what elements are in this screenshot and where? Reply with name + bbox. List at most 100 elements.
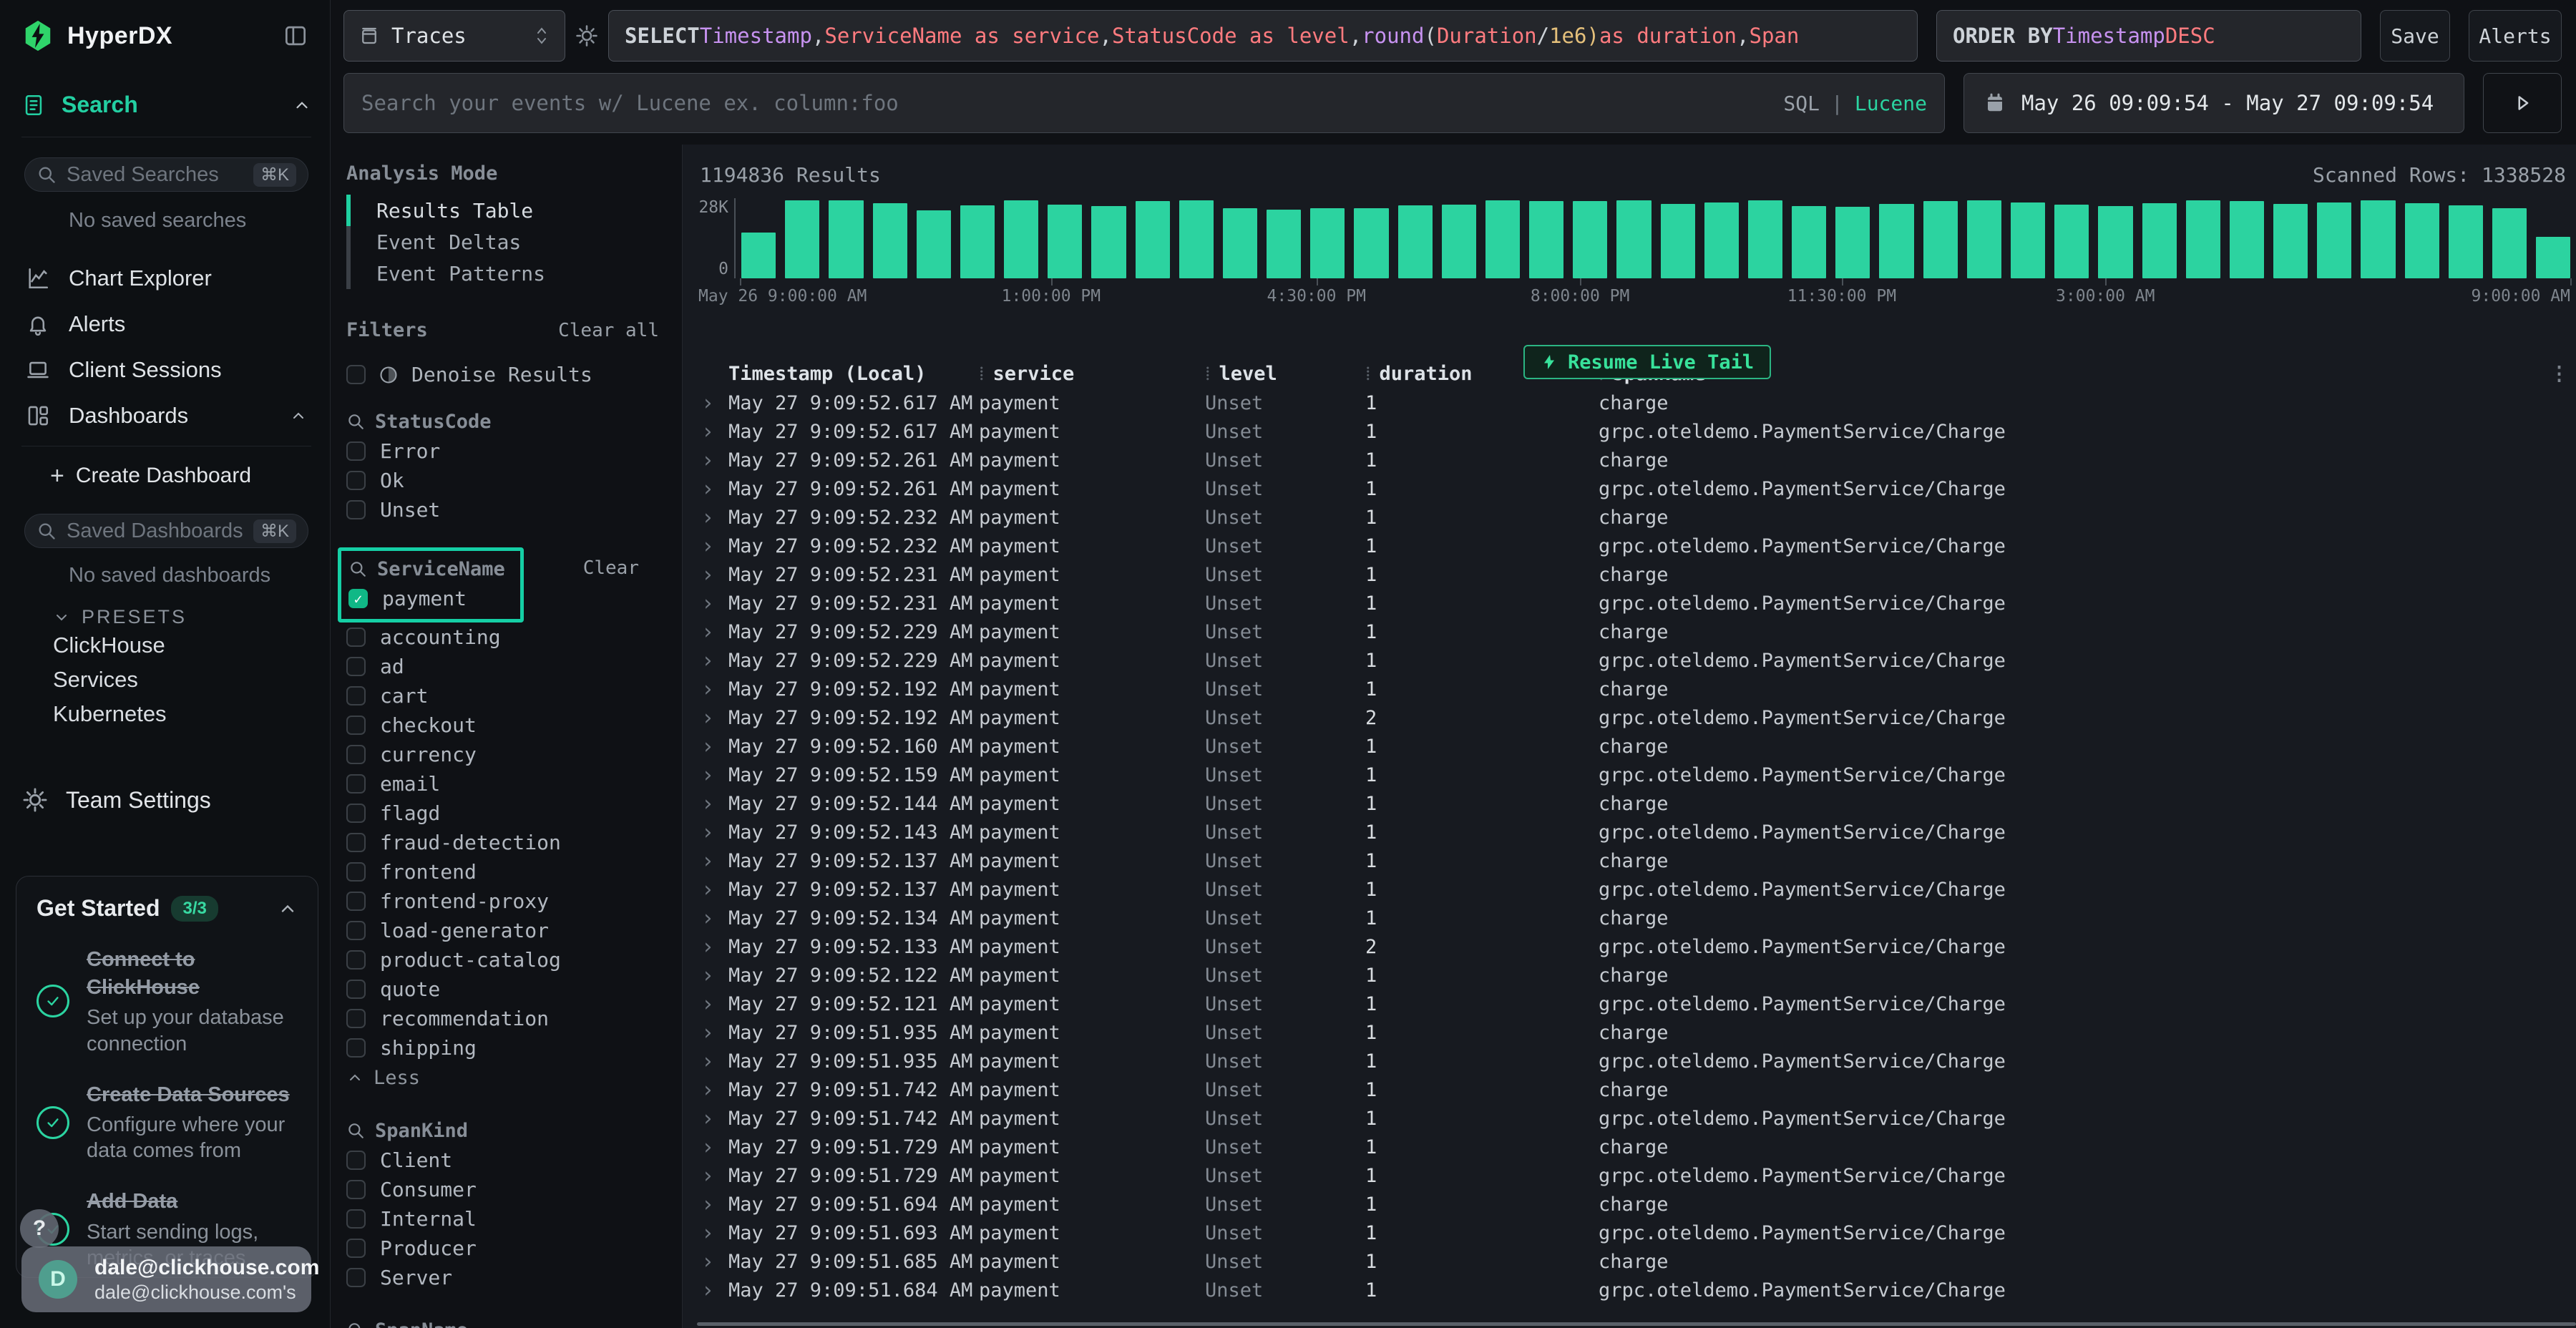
- histogram-bar[interactable]: [2098, 206, 2132, 278]
- expand-row-icon[interactable]: ›: [697, 562, 728, 587]
- expand-row-icon[interactable]: ›: [697, 419, 728, 444]
- facet-clear-link[interactable]: Clear: [583, 557, 639, 579]
- histogram-bar[interactable]: [1223, 208, 1257, 278]
- chevron-up-icon[interactable]: [290, 407, 307, 424]
- checkbox[interactable]: [346, 1151, 366, 1170]
- expand-row-icon[interactable]: ›: [697, 1106, 728, 1131]
- checkbox[interactable]: [346, 921, 366, 940]
- histogram-bar[interactable]: [1792, 206, 1826, 278]
- histogram-bar[interactable]: [1616, 200, 1651, 278]
- facet-option-client[interactable]: Client: [346, 1146, 668, 1175]
- saved-searches-input[interactable]: Saved Searches ⌘K: [24, 157, 308, 192]
- run-query-button[interactable]: [2483, 73, 2562, 133]
- checkbox[interactable]: [346, 950, 366, 970]
- facet-option-server[interactable]: Server: [346, 1263, 668, 1292]
- horizontal-scrollbar[interactable]: [697, 1322, 2576, 1326]
- table-row[interactable]: ›May 27 9:09:52.229 AMpaymentUnset1grpc.…: [697, 646, 2576, 675]
- checkbox[interactable]: [346, 500, 366, 519]
- expand-row-icon[interactable]: ›: [697, 648, 728, 673]
- facet-option-fraud-detection[interactable]: fraud-detection: [346, 828, 668, 857]
- histogram-bar[interactable]: [1354, 208, 1388, 278]
- help-button[interactable]: ?: [20, 1209, 59, 1248]
- language-toggle-sql[interactable]: SQL: [1783, 92, 1820, 115]
- table-row[interactable]: ›May 27 9:09:52.134 AMpaymentUnset1charg…: [697, 904, 2576, 932]
- facet-option-cart[interactable]: cart: [346, 681, 668, 711]
- histogram-bar[interactable]: [829, 200, 863, 278]
- checkbox[interactable]: [346, 980, 366, 999]
- table-row[interactable]: ›May 27 9:09:51.935 AMpaymentUnset1charg…: [697, 1018, 2576, 1047]
- table-row[interactable]: ›May 27 9:09:52.160 AMpaymentUnset1charg…: [697, 732, 2576, 761]
- histogram-bar[interactable]: [741, 233, 776, 278]
- facet-option-shipping[interactable]: shipping: [346, 1033, 668, 1063]
- denoise-results-checkbox[interactable]: Denoise Results: [346, 360, 668, 389]
- expand-row-icon[interactable]: ›: [697, 706, 728, 731]
- expand-row-icon[interactable]: ›: [697, 1221, 728, 1246]
- checkbox[interactable]: [346, 657, 366, 676]
- histogram-bar[interactable]: [1573, 201, 1607, 278]
- table-row[interactable]: ›May 27 9:09:52.121 AMpaymentUnset1grpc.…: [697, 990, 2576, 1018]
- histogram-bar[interactable]: [2054, 205, 2089, 278]
- table-row[interactable]: ›May 27 9:09:52.617 AMpaymentUnset1charg…: [697, 389, 2576, 417]
- facet-header-spankind[interactable]: SpanKind: [346, 1115, 668, 1146]
- histogram-bar[interactable]: [1136, 201, 1170, 278]
- chevron-up-icon[interactable]: [293, 96, 311, 114]
- facet-header-spanname[interactable]: SpanName: [346, 1315, 668, 1328]
- checkbox[interactable]: [346, 1268, 366, 1287]
- histogram-bar[interactable]: [2317, 202, 2351, 278]
- table-row[interactable]: ›May 27 9:09:52.231 AMpaymentUnset1charg…: [697, 560, 2576, 589]
- histogram-bar[interactable]: [2273, 204, 2308, 278]
- table-row[interactable]: ›May 27 9:09:52.122 AMpaymentUnset1charg…: [697, 961, 2576, 990]
- histogram-bar[interactable]: [1398, 205, 1433, 278]
- save-button[interactable]: Save: [2380, 10, 2450, 62]
- facet-option-ok[interactable]: Ok: [346, 466, 668, 495]
- expand-row-icon[interactable]: ›: [697, 791, 728, 816]
- expand-row-icon[interactable]: ›: [697, 963, 728, 988]
- expand-row-icon[interactable]: ›: [697, 877, 728, 902]
- column-resize-handle[interactable]: ⁞: [1365, 363, 1370, 385]
- facet-option-ad[interactable]: ad: [346, 652, 668, 681]
- analysis-mode-event-deltas[interactable]: Event Deltas: [346, 226, 668, 258]
- histogram-bar[interactable]: [1923, 201, 1958, 278]
- saved-dashboards-input[interactable]: Saved Dashboards ⌘K: [24, 514, 308, 548]
- expand-row-icon[interactable]: ›: [697, 534, 728, 559]
- table-row[interactable]: ›May 27 9:09:51.742 AMpaymentUnset1charg…: [697, 1075, 2576, 1104]
- expand-row-icon[interactable]: ›: [697, 1163, 728, 1188]
- table-row[interactable]: ›May 27 9:09:52.229 AMpaymentUnset1charg…: [697, 617, 2576, 646]
- histogram-bar[interactable]: [917, 210, 951, 278]
- facet-option-currency[interactable]: currency: [346, 740, 668, 769]
- column-settings-icon[interactable]: ⋮: [2550, 363, 2569, 385]
- checkbox[interactable]: [346, 1239, 366, 1258]
- date-range-picker[interactable]: May 26 09:09:54 - May 27 09:09:54: [1963, 73, 2464, 133]
- facet-option-product-catalog[interactable]: product-catalog: [346, 945, 668, 975]
- sidebar-collapse-icon[interactable]: [280, 20, 311, 52]
- language-toggle-lucene[interactable]: Lucene: [1855, 92, 1927, 115]
- facet-option-quote[interactable]: quote: [346, 975, 668, 1004]
- expand-row-icon[interactable]: ›: [697, 1249, 728, 1274]
- facet-header-servicename[interactable]: ServiceName: [348, 554, 520, 584]
- checkbox[interactable]: [346, 628, 366, 647]
- histogram-bar[interactable]: [2361, 200, 2395, 278]
- table-row[interactable]: ›May 27 9:09:51.684 AMpaymentUnset1grpc.…: [697, 1276, 2576, 1304]
- table-row[interactable]: ›May 27 9:09:52.232 AMpaymentUnset1grpc.…: [697, 532, 2576, 560]
- checkbox[interactable]: [346, 1209, 366, 1229]
- select-clause-input[interactable]: SELECT Timestamp, ServiceName as service…: [608, 10, 1918, 62]
- table-row[interactable]: ›May 27 9:09:52.137 AMpaymentUnset1charg…: [697, 846, 2576, 875]
- facet-option-flagd[interactable]: flagd: [346, 799, 668, 828]
- checkbox[interactable]: [346, 1038, 366, 1058]
- table-row[interactable]: ›May 27 9:09:52.159 AMpaymentUnset1grpc.…: [697, 761, 2576, 789]
- table-row[interactable]: ›May 27 9:09:51.935 AMpaymentUnset1grpc.…: [697, 1047, 2576, 1075]
- facet-option-frontend[interactable]: frontend: [346, 857, 668, 887]
- checkbox[interactable]: [346, 833, 366, 852]
- table-row[interactable]: ›May 27 9:09:51.685 AMpaymentUnset1charg…: [697, 1247, 2576, 1276]
- sidebar-item-search[interactable]: Search: [21, 92, 311, 118]
- table-row[interactable]: ›May 27 9:09:51.694 AMpaymentUnset1charg…: [697, 1190, 2576, 1219]
- checkbox[interactable]: [346, 686, 366, 706]
- histogram-bar[interactable]: [1267, 210, 1301, 278]
- histogram-bar[interactable]: [2405, 203, 2439, 278]
- analysis-mode-event-patterns[interactable]: Event Patterns: [346, 258, 668, 289]
- preset-services[interactable]: Services: [53, 663, 311, 697]
- create-dashboard-button[interactable]: + Create Dashboard: [21, 454, 311, 498]
- checklist-item[interactable]: Connect to ClickHouseSet up your databas…: [36, 946, 298, 1057]
- facet-option-consumer[interactable]: Consumer: [346, 1175, 668, 1204]
- histogram-bar[interactable]: [2536, 237, 2570, 278]
